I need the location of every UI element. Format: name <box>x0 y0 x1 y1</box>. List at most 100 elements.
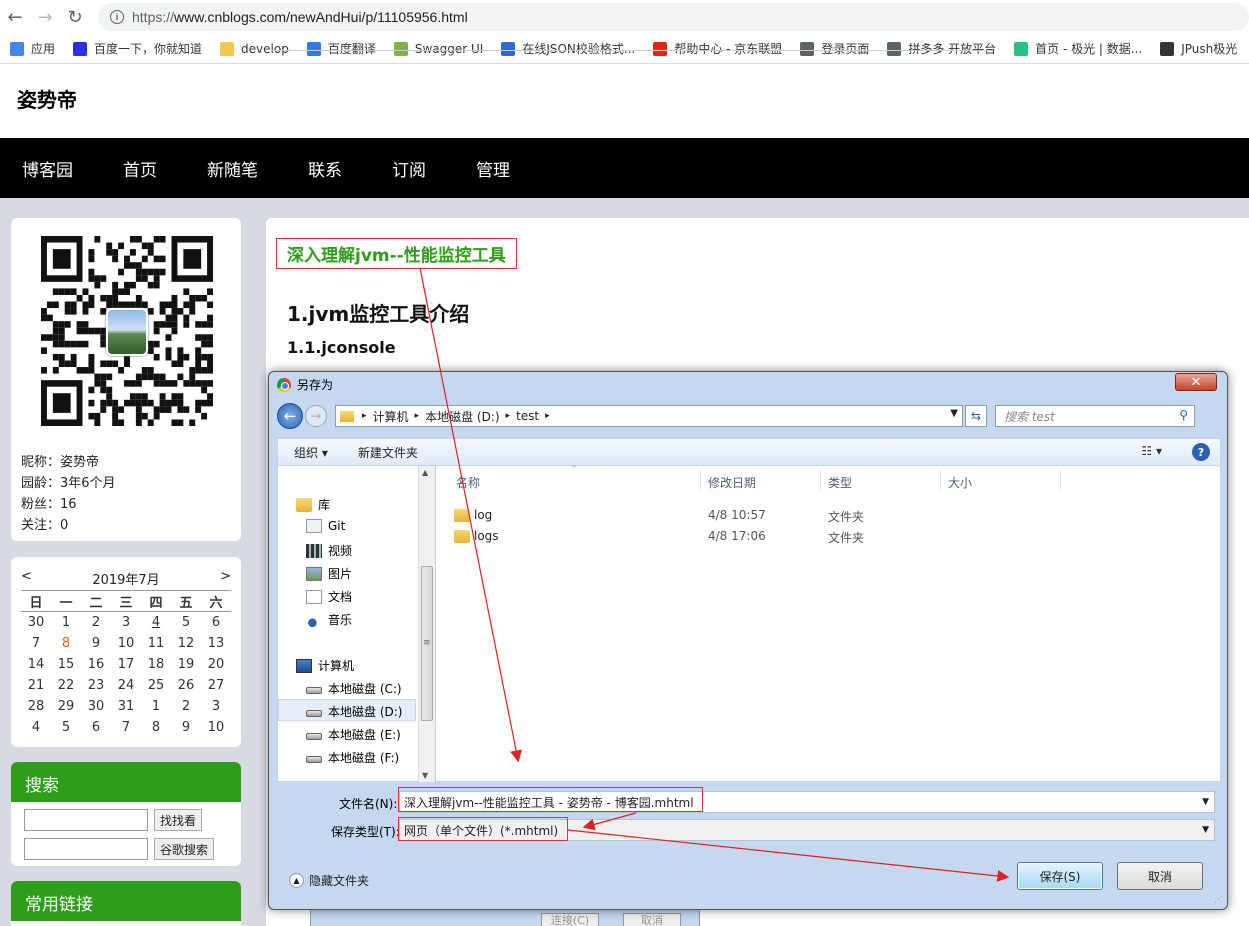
path-separator-icon[interactable]: ▸ <box>506 411 511 421</box>
filename-field[interactable]: 深入理解jvm--性能监控工具 - 姿势帝 - 博客园.mhtml ▼ <box>399 791 1215 813</box>
calendar-day[interactable]: 10 <box>201 717 231 738</box>
calendar-day[interactable]: 10 <box>111 633 141 654</box>
path-breadcrumb[interactable]: ▸ 计算机 ▸ 本地磁盘 (D:) ▸ test ▸ ▼ <box>335 405 963 427</box>
bookmark-item[interactable]: 拼多多 开放平台 <box>887 40 996 57</box>
google-search-button[interactable]: 谷歌搜索 <box>154 838 215 860</box>
chevron-down-icon[interactable]: ▼ <box>1202 825 1209 835</box>
scroll-down-icon[interactable]: ▼ <box>422 771 428 780</box>
nav-item[interactable]: 管理 <box>476 156 510 181</box>
calendar-day[interactable]: 7 <box>21 633 51 654</box>
info-icon[interactable]: i <box>110 10 124 24</box>
calendar-day[interactable]: 14 <box>21 654 51 675</box>
tree-item[interactable]: Git <box>306 519 345 533</box>
path-segment[interactable]: test <box>516 409 539 423</box>
column-header[interactable]: 类型 <box>828 474 852 491</box>
blog-title[interactable]: 姿势帝 <box>17 84 77 113</box>
bookmark-item[interactable]: 百度翻译 <box>306 40 376 57</box>
google-search-input[interactable] <box>24 838 148 860</box>
view-options-icon[interactable]: ☷ ▾ <box>1141 444 1162 458</box>
calendar-day[interactable]: 9 <box>81 633 111 654</box>
column-header[interactable]: 大小 <box>948 474 972 491</box>
hide-folders-toggle[interactable]: ▲ 隐藏文件夹 <box>289 872 369 889</box>
address-bar[interactable]: i https://www.cnblogs.com/newAndHui/p/11… <box>98 3 1249 31</box>
calendar-day[interactable]: 5 <box>171 612 201 633</box>
calendar-day[interactable]: 6 <box>81 717 111 738</box>
calendar-day[interactable]: 7 <box>111 717 141 738</box>
tree-item[interactable]: 本地磁盘 (E:) <box>306 726 401 743</box>
calendar-day[interactable]: 12 <box>171 633 201 654</box>
bookmark-item[interactable]: 百度一下，你就知道 <box>73 40 202 57</box>
calendar-day[interactable]: 8 <box>51 633 81 654</box>
file-row[interactable]: log <box>454 508 492 522</box>
column-divider[interactable] <box>940 470 941 490</box>
calendar-day[interactable]: 13 <box>201 633 231 654</box>
save-button[interactable]: 保存(S) <box>1017 862 1103 890</box>
bookmark-item[interactable]: Swagger UI <box>393 41 483 56</box>
calendar-day[interactable]: 31 <box>111 696 141 717</box>
cancel-button[interactable]: 取消 <box>1117 862 1203 890</box>
new-folder-button[interactable]: 新建文件夹 <box>358 444 418 461</box>
bookmark-item[interactable]: 应用 <box>10 40 55 57</box>
calendar-day[interactable]: 29 <box>51 696 81 717</box>
tree-item[interactable]: 视频 <box>306 542 352 559</box>
path-segment[interactable]: 本地磁盘 (D:) <box>425 408 499 425</box>
path-separator-icon[interactable]: ▸ <box>545 411 550 421</box>
column-header[interactable]: 修改日期 <box>708 474 756 491</box>
calendar-day[interactable]: 16 <box>81 654 111 675</box>
nav-item[interactable]: 订阅 <box>392 156 426 181</box>
tree-item[interactable]: 本地磁盘 (F:) <box>306 749 399 766</box>
nav-scrollbar[interactable]: ▲ ≡ ▼ <box>418 466 435 782</box>
calendar-day[interactable]: 18 <box>141 654 171 675</box>
calendar-day[interactable]: 1 <box>51 612 81 633</box>
calendar-day[interactable]: 4 <box>141 612 171 633</box>
calendar-day[interactable]: 2 <box>171 696 201 717</box>
calendar-day[interactable]: 19 <box>171 654 201 675</box>
background-cancel-button[interactable]: 取消 <box>623 913 681 926</box>
calendar-day[interactable]: 2 <box>81 612 111 633</box>
column-divider[interactable] <box>820 470 821 490</box>
calendar-day[interactable]: 30 <box>21 612 51 633</box>
forward-arrow-icon[interactable]: → <box>30 2 60 32</box>
column-header[interactable]: 名称 <box>456 474 480 491</box>
help-icon[interactable]: ? <box>1192 443 1210 461</box>
profile-fans[interactable]: 粉丝：16 <box>21 493 77 512</box>
nav-item[interactable]: 联系 <box>308 156 342 181</box>
calendar-day[interactable]: 5 <box>51 717 81 738</box>
calendar-day[interactable]: 27 <box>201 675 231 696</box>
calendar-day[interactable]: 28 <box>21 696 51 717</box>
close-icon[interactable]: ✕ <box>1175 373 1217 391</box>
path-separator-icon[interactable]: ▸ <box>362 411 367 421</box>
calendar-prev[interactable]: < <box>21 569 32 588</box>
bookmark-item[interactable]: 在线JSON校验格式... <box>501 40 635 57</box>
bookmark-item[interactable]: JPush极光 <box>1160 40 1237 57</box>
calendar-day[interactable]: 22 <box>51 675 81 696</box>
search-input[interactable] <box>24 809 148 831</box>
tree-item[interactable]: 计算机 <box>296 657 354 674</box>
tree-item[interactable]: 本地磁盘 (C:) <box>306 680 402 697</box>
forward-icon[interactable]: → <box>305 405 327 427</box>
path-segment[interactable]: 计算机 <box>373 408 409 425</box>
calendar-day[interactable]: 3 <box>111 612 141 633</box>
calendar-day[interactable]: 4 <box>21 717 51 738</box>
chevron-down-icon[interactable]: ▼ <box>1202 797 1209 807</box>
profile-follow[interactable]: 关注：0 <box>21 514 68 533</box>
path-separator-icon[interactable]: ▸ <box>415 411 420 421</box>
nav-item[interactable]: 首页 <box>123 156 157 181</box>
calendar-day[interactable]: 11 <box>141 633 171 654</box>
calendar-day[interactable]: 23 <box>81 675 111 696</box>
bookmark-item[interactable]: 帮助中心 - 京东联盟 <box>653 40 782 57</box>
column-divider[interactable] <box>1060 470 1061 490</box>
chevron-down-icon[interactable]: ▼ <box>950 408 958 419</box>
calendar-day[interactable]: 15 <box>51 654 81 675</box>
post-title[interactable]: 深入理解jvm--性能监控工具 <box>276 238 517 269</box>
calendar-day[interactable]: 6 <box>201 612 231 633</box>
filetype-select[interactable]: 网页（单个文件）(*.mhtml) ▼ <box>399 819 1215 841</box>
nav-item[interactable]: 新随笔 <box>207 156 258 181</box>
folder-search-input[interactable]: 搜索 test ⚲ <box>995 405 1195 427</box>
scroll-up-icon[interactable]: ▲ <box>422 468 428 477</box>
tree-item[interactable]: 文档 <box>306 588 352 605</box>
reload-icon[interactable]: ↻ <box>60 2 90 32</box>
bookmark-item[interactable]: 登录页面 <box>800 40 869 57</box>
calendar-day[interactable]: 9 <box>171 717 201 738</box>
back-arrow-icon[interactable]: ← <box>0 2 30 32</box>
